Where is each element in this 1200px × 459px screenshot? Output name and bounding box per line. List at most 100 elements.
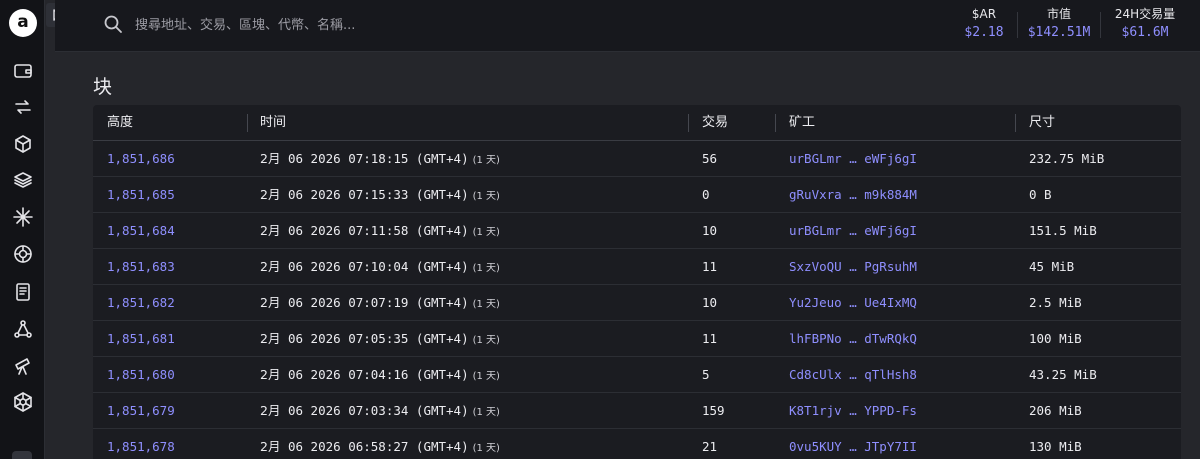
block-month: 2月: [260, 151, 281, 166]
stat-label: 24H交易量: [1114, 7, 1176, 21]
block-timestamp: 06 2026 07:07:19 (GMT+4): [287, 295, 469, 310]
block-height-link[interactable]: 1,851,681: [107, 321, 175, 357]
block-time: 2月 06 2026 07:11:58 (GMT+4) (1 天): [260, 213, 500, 249]
table-row: 1,851,678 2月 06 2026 06:58:27 (GMT+4) (1 …: [93, 429, 1181, 459]
column-header-height[interactable]: 高度: [107, 105, 133, 141]
block-tx-count: 0: [702, 187, 710, 202]
block-height-link[interactable]: 1,851,680: [107, 357, 175, 393]
block-miner-link[interactable]: lhFBPNo … dTwRQkQ: [789, 321, 917, 357]
transfer-icon[interactable]: [12, 96, 34, 118]
table-row: 1,851,680 2月 06 2026 07:04:16 (GMT+4) (1 …: [93, 357, 1181, 393]
block-timestamp: 06 2026 07:15:33 (GMT+4): [287, 187, 469, 202]
block-timestamp: 06 2026 07:03:34 (GMT+4): [287, 403, 469, 418]
table-row: 1,851,684 2月 06 2026 07:11:58 (GMT+4) (1 …: [93, 213, 1181, 249]
block-time: 2月 06 2026 07:07:19 (GMT+4) (1 天): [260, 285, 500, 321]
column-header-time[interactable]: 时间: [260, 105, 286, 141]
block-time: 2月 06 2026 07:10:04 (GMT+4) (1 天): [260, 249, 500, 285]
search-input[interactable]: [135, 12, 635, 38]
page-title: 块: [93, 76, 113, 98]
block-month: 2月: [260, 403, 281, 418]
column-header-miner[interactable]: 矿工: [789, 105, 815, 141]
block-miner-link[interactable]: urBGLmr … eWFj6gI: [789, 141, 917, 177]
column-header-txs[interactable]: 交易: [702, 105, 728, 141]
column-header-size[interactable]: 尺寸: [1029, 105, 1055, 141]
block-miner-link[interactable]: Cd8cUlx … qTlHsh8: [789, 357, 917, 393]
stat-label: 市值: [1046, 7, 1071, 21]
block-month: 2月: [260, 259, 281, 274]
layers-icon[interactable]: [12, 169, 34, 191]
block-timestamp: 06 2026 07:04:16 (GMT+4): [287, 367, 469, 382]
block-size: 43.25 MiB: [1029, 367, 1097, 382]
block-miner-link[interactable]: SxzVoQU … PgRsuhM: [789, 249, 917, 285]
block-miner-link[interactable]: urBGLmr … eWFj6gI: [789, 213, 917, 249]
network-icon[interactable]: [12, 318, 34, 340]
stat-divider: [1017, 12, 1018, 38]
sidebar-rail: a: [0, 0, 45, 459]
block-height-link[interactable]: 1,851,682: [107, 285, 175, 321]
block-month: 2月: [260, 187, 281, 202]
block-month: 2月: [260, 223, 281, 238]
cube-icon[interactable]: [12, 133, 34, 155]
stat-market-cap: 市值 $142.51M: [1023, 6, 1095, 42]
table-row: 1,851,686 2月 06 2026 07:18:15 (GMT+4) (1 …: [93, 141, 1181, 177]
block-timestamp: 06 2026 06:58:27 (GMT+4): [287, 439, 469, 454]
block-tx-count: 21: [702, 439, 718, 454]
wallet-icon[interactable]: [12, 60, 34, 82]
block-time: 2月 06 2026 07:15:33 (GMT+4) (1 天): [260, 177, 500, 213]
block-relative-time: (1 天): [472, 155, 500, 166]
block-height-link[interactable]: 1,851,684: [107, 213, 175, 249]
block-miner-link[interactable]: Yu2Jeuo … Ue4IxMQ: [789, 285, 917, 321]
block-size: 151.5 MiB: [1029, 223, 1097, 238]
block-relative-time: (1 天): [472, 335, 500, 346]
block-height-link[interactable]: 1,851,683: [107, 249, 175, 285]
block-height-link[interactable]: 1,851,678: [107, 429, 175, 459]
logo[interactable]: a: [9, 9, 37, 37]
block-relative-time: (1 天): [472, 443, 500, 454]
block-miner-link[interactable]: K8T1rjv … YPPD-Fs: [789, 393, 917, 429]
block-time: 2月 06 2026 07:04:16 (GMT+4) (1 天): [260, 357, 500, 393]
stat-value: $61.6M: [1121, 25, 1169, 40]
table-header: 高度 时间 交易 矿工 尺寸: [93, 105, 1181, 141]
block-relative-time: (1 天): [472, 263, 500, 274]
block-relative-time: (1 天): [472, 299, 500, 310]
stat-label: $AR: [971, 7, 997, 21]
target-icon[interactable]: [12, 243, 34, 265]
block-time: 2月 06 2026 07:03:34 (GMT+4) (1 天): [260, 393, 500, 429]
block-tx-count: 10: [702, 295, 718, 310]
stat-ar-price: $AR $2.18: [955, 6, 1013, 42]
rail-bottom-handle[interactable]: [12, 451, 32, 459]
block-miner-link[interactable]: 0vu5KUY … JTpY7II: [789, 429, 917, 459]
block-timestamp: 06 2026 07:10:04 (GMT+4): [287, 259, 469, 274]
telescope-icon[interactable]: [12, 354, 34, 376]
table-row: 1,851,683 2月 06 2026 07:10:04 (GMT+4) (1 …: [93, 249, 1181, 285]
document-icon[interactable]: [12, 281, 34, 303]
app-root: a 搜尋地址、交易、區塊、代幣、名稱... $AR $2.18 市值 $142.…: [0, 0, 1200, 459]
block-month: 2月: [260, 295, 281, 310]
block-month: 2月: [260, 439, 281, 454]
block-miner-link[interactable]: gRuVxra … m9k884M: [789, 177, 917, 213]
block-size: 100 MiB: [1029, 331, 1082, 346]
block-height-link[interactable]: 1,851,685: [107, 177, 175, 213]
stat-divider: [1100, 12, 1101, 38]
block-timestamp: 06 2026 07:18:15 (GMT+4): [287, 151, 469, 166]
block-relative-time: (1 天): [472, 227, 500, 238]
stat-value: $2.18: [964, 25, 1004, 40]
block-relative-time: (1 天): [472, 191, 500, 202]
block-month: 2月: [260, 367, 281, 382]
table-row: 1,851,682 2月 06 2026 07:07:19 (GMT+4) (1 …: [93, 285, 1181, 321]
search-icon[interactable]: [103, 14, 125, 36]
block-height-link[interactable]: 1,851,686: [107, 141, 175, 177]
block-size: 2.5 MiB: [1029, 295, 1082, 310]
block-height-link[interactable]: 1,851,679: [107, 393, 175, 429]
block-timestamp: 06 2026 07:05:35 (GMT+4): [287, 331, 469, 346]
column-divider: [247, 114, 248, 132]
block-relative-time: (1 天): [472, 407, 500, 418]
block-size: 0 B: [1029, 187, 1052, 202]
column-divider: [775, 114, 776, 132]
block-time: 2月 06 2026 06:58:27 (GMT+4) (1 天): [260, 429, 500, 459]
block-timestamp: 06 2026 07:11:58 (GMT+4): [287, 223, 469, 238]
stat-24h-volume: 24H交易量 $61.6M: [1107, 6, 1183, 42]
hub-icon[interactable]: [12, 391, 34, 413]
sparkle-icon[interactable]: [12, 206, 34, 228]
table-row: 1,851,681 2月 06 2026 07:05:35 (GMT+4) (1 …: [93, 321, 1181, 357]
